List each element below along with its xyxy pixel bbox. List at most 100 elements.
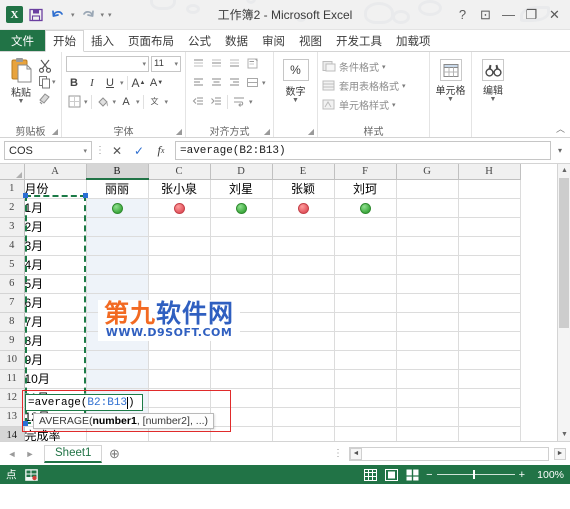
align-center-button[interactable] [208, 75, 224, 91]
cell-H4[interactable] [458, 236, 521, 256]
cell-editor-B14[interactable]: =average(B2:B13) [25, 394, 143, 411]
cell-styles-button[interactable]: 单元格样式 ▾ [322, 96, 425, 113]
quick-access-toolbar[interactable]: X ▾ ▾ ▾ [0, 6, 112, 24]
cell-H14[interactable] [458, 426, 521, 441]
tab-data[interactable]: 数据 [218, 30, 255, 51]
ribbon-tab-bar[interactable]: 文件 开始 插入 页面布局 公式 数据 审阅 视图 开发工具 加载项 [0, 30, 570, 52]
format-as-table-dropdown-icon[interactable]: ▾ [402, 82, 406, 90]
cell-B3[interactable] [86, 217, 149, 237]
grow-font-button[interactable]: A ▲ [131, 75, 147, 91]
row-header-2[interactable]: 2 [0, 198, 25, 218]
cell-G13[interactable] [396, 407, 459, 427]
cell-D1[interactable]: 刘星 [210, 179, 273, 199]
cell-E10[interactable] [272, 350, 335, 370]
editing-dropdown-icon[interactable]: ▼ [490, 96, 497, 103]
cell-C4[interactable] [148, 236, 211, 256]
cell-F1[interactable]: 刘珂 [334, 179, 397, 199]
paste-button[interactable]: 粘贴 ▼ [4, 55, 38, 105]
percent-style-button[interactable]: % [282, 59, 309, 81]
cell-B2[interactable] [86, 198, 149, 218]
cell-E3[interactable] [272, 217, 335, 237]
undo-icon[interactable] [49, 6, 67, 24]
tab-file[interactable]: 文件 [0, 30, 45, 51]
cell-G4[interactable] [396, 236, 459, 256]
cell-G9[interactable] [396, 331, 459, 351]
cell-D13[interactable] [210, 407, 273, 427]
underline-button[interactable]: U [102, 75, 118, 91]
name-box-dropdown-icon[interactable]: ▾ [83, 147, 87, 155]
phonetic-guide-button[interactable]: 文 [147, 94, 163, 110]
scroll-down-icon[interactable]: ▼ [558, 428, 570, 441]
cell-E6[interactable] [272, 274, 335, 294]
cell-G10[interactable] [396, 350, 459, 370]
formula-bar-buttons[interactable]: ✕ ✓ fx [106, 141, 172, 160]
font-color-dropdown-icon[interactable]: ▾ [136, 98, 140, 106]
cell-G3[interactable] [396, 217, 459, 237]
record-macro-icon[interactable] [25, 468, 39, 481]
close-icon[interactable]: ✕ [544, 5, 565, 25]
sheet-tab-sheet1[interactable]: Sheet1 [44, 444, 103, 463]
cell-D10[interactable] [210, 350, 273, 370]
cell-D5[interactable] [210, 255, 273, 275]
add-sheet-icon[interactable]: ⊕ [104, 445, 124, 463]
tab-page-layout[interactable]: 页面布局 [121, 30, 181, 51]
column-header-F[interactable]: F [334, 164, 397, 180]
cell-F7[interactable] [334, 293, 397, 313]
tab-developer[interactable]: 开发工具 [329, 30, 389, 51]
cell-H11[interactable] [458, 369, 521, 389]
bold-button[interactable]: B [66, 75, 82, 91]
cell-styles-dropdown-icon[interactable]: ▾ [392, 101, 396, 109]
number-format-dropdown-icon[interactable]: ▼ [292, 97, 299, 104]
cell-E4[interactable] [272, 236, 335, 256]
fill-color-button[interactable] [95, 94, 111, 110]
column-header-D[interactable]: D [210, 164, 273, 180]
vertical-scrollbar[interactable]: ▲ ▼ [557, 164, 570, 441]
cell-B6[interactable] [86, 274, 149, 294]
help-icon[interactable]: ? [452, 5, 473, 25]
cell-A11[interactable]: 10月 [24, 369, 87, 389]
cell-H13[interactable] [458, 407, 521, 427]
tab-formulas[interactable]: 公式 [181, 30, 218, 51]
cell-D12[interactable] [210, 388, 273, 408]
cell-D8[interactable] [210, 312, 273, 332]
name-box[interactable]: COS ▾ [4, 141, 92, 160]
cell-F10[interactable] [334, 350, 397, 370]
cell-A10[interactable]: 9月 [24, 350, 87, 370]
cell-C5[interactable] [148, 255, 211, 275]
cell-G11[interactable] [396, 369, 459, 389]
zoom-track[interactable] [436, 470, 515, 479]
cell-G12[interactable] [396, 388, 459, 408]
orientation-button[interactable] [244, 56, 260, 72]
cell-E14[interactable] [272, 426, 335, 441]
alignment-dialog-launcher-icon[interactable]: ◢ [264, 127, 270, 136]
row-header-7[interactable]: 7 [0, 293, 25, 313]
save-icon[interactable] [27, 6, 45, 24]
cell-F9[interactable] [334, 331, 397, 351]
cell-H8[interactable] [458, 312, 521, 332]
cell-A5[interactable]: 4月 [24, 255, 87, 275]
font-name-input[interactable]: ▾ [66, 55, 149, 72]
row-header-1[interactable]: 1 [0, 179, 25, 199]
row-header-9[interactable]: 9 [0, 331, 25, 351]
cell-B8[interactable] [86, 312, 149, 332]
cell-C8[interactable] [148, 312, 211, 332]
cell-D2[interactable] [210, 198, 273, 218]
horizontal-scrollbar[interactable]: ◄ [349, 446, 549, 461]
merge-cells-button[interactable] [244, 75, 260, 91]
cell-C12[interactable] [148, 388, 211, 408]
align-top-button[interactable] [190, 56, 206, 72]
cell-B1[interactable]: 丽丽 [86, 179, 149, 199]
tab-home[interactable]: 开始 [45, 30, 84, 52]
cell-G7[interactable] [396, 293, 459, 313]
cell-F13[interactable] [334, 407, 397, 427]
align-middle-button[interactable] [208, 56, 224, 72]
fill-color-dropdown-icon[interactable]: ▾ [113, 98, 117, 106]
insert-function-icon[interactable]: fx [150, 141, 172, 160]
cell-A6[interactable]: 5月 [24, 274, 87, 294]
column-header-A[interactable]: A [24, 164, 87, 180]
font-name-dropdown-icon[interactable]: ▾ [142, 60, 146, 68]
align-right-button[interactable] [226, 75, 242, 91]
cell-B10[interactable] [86, 350, 149, 370]
customize-qat-icon[interactable]: ▾ [108, 11, 112, 19]
conditional-formatting-dropdown-icon[interactable]: ▾ [382, 63, 386, 71]
